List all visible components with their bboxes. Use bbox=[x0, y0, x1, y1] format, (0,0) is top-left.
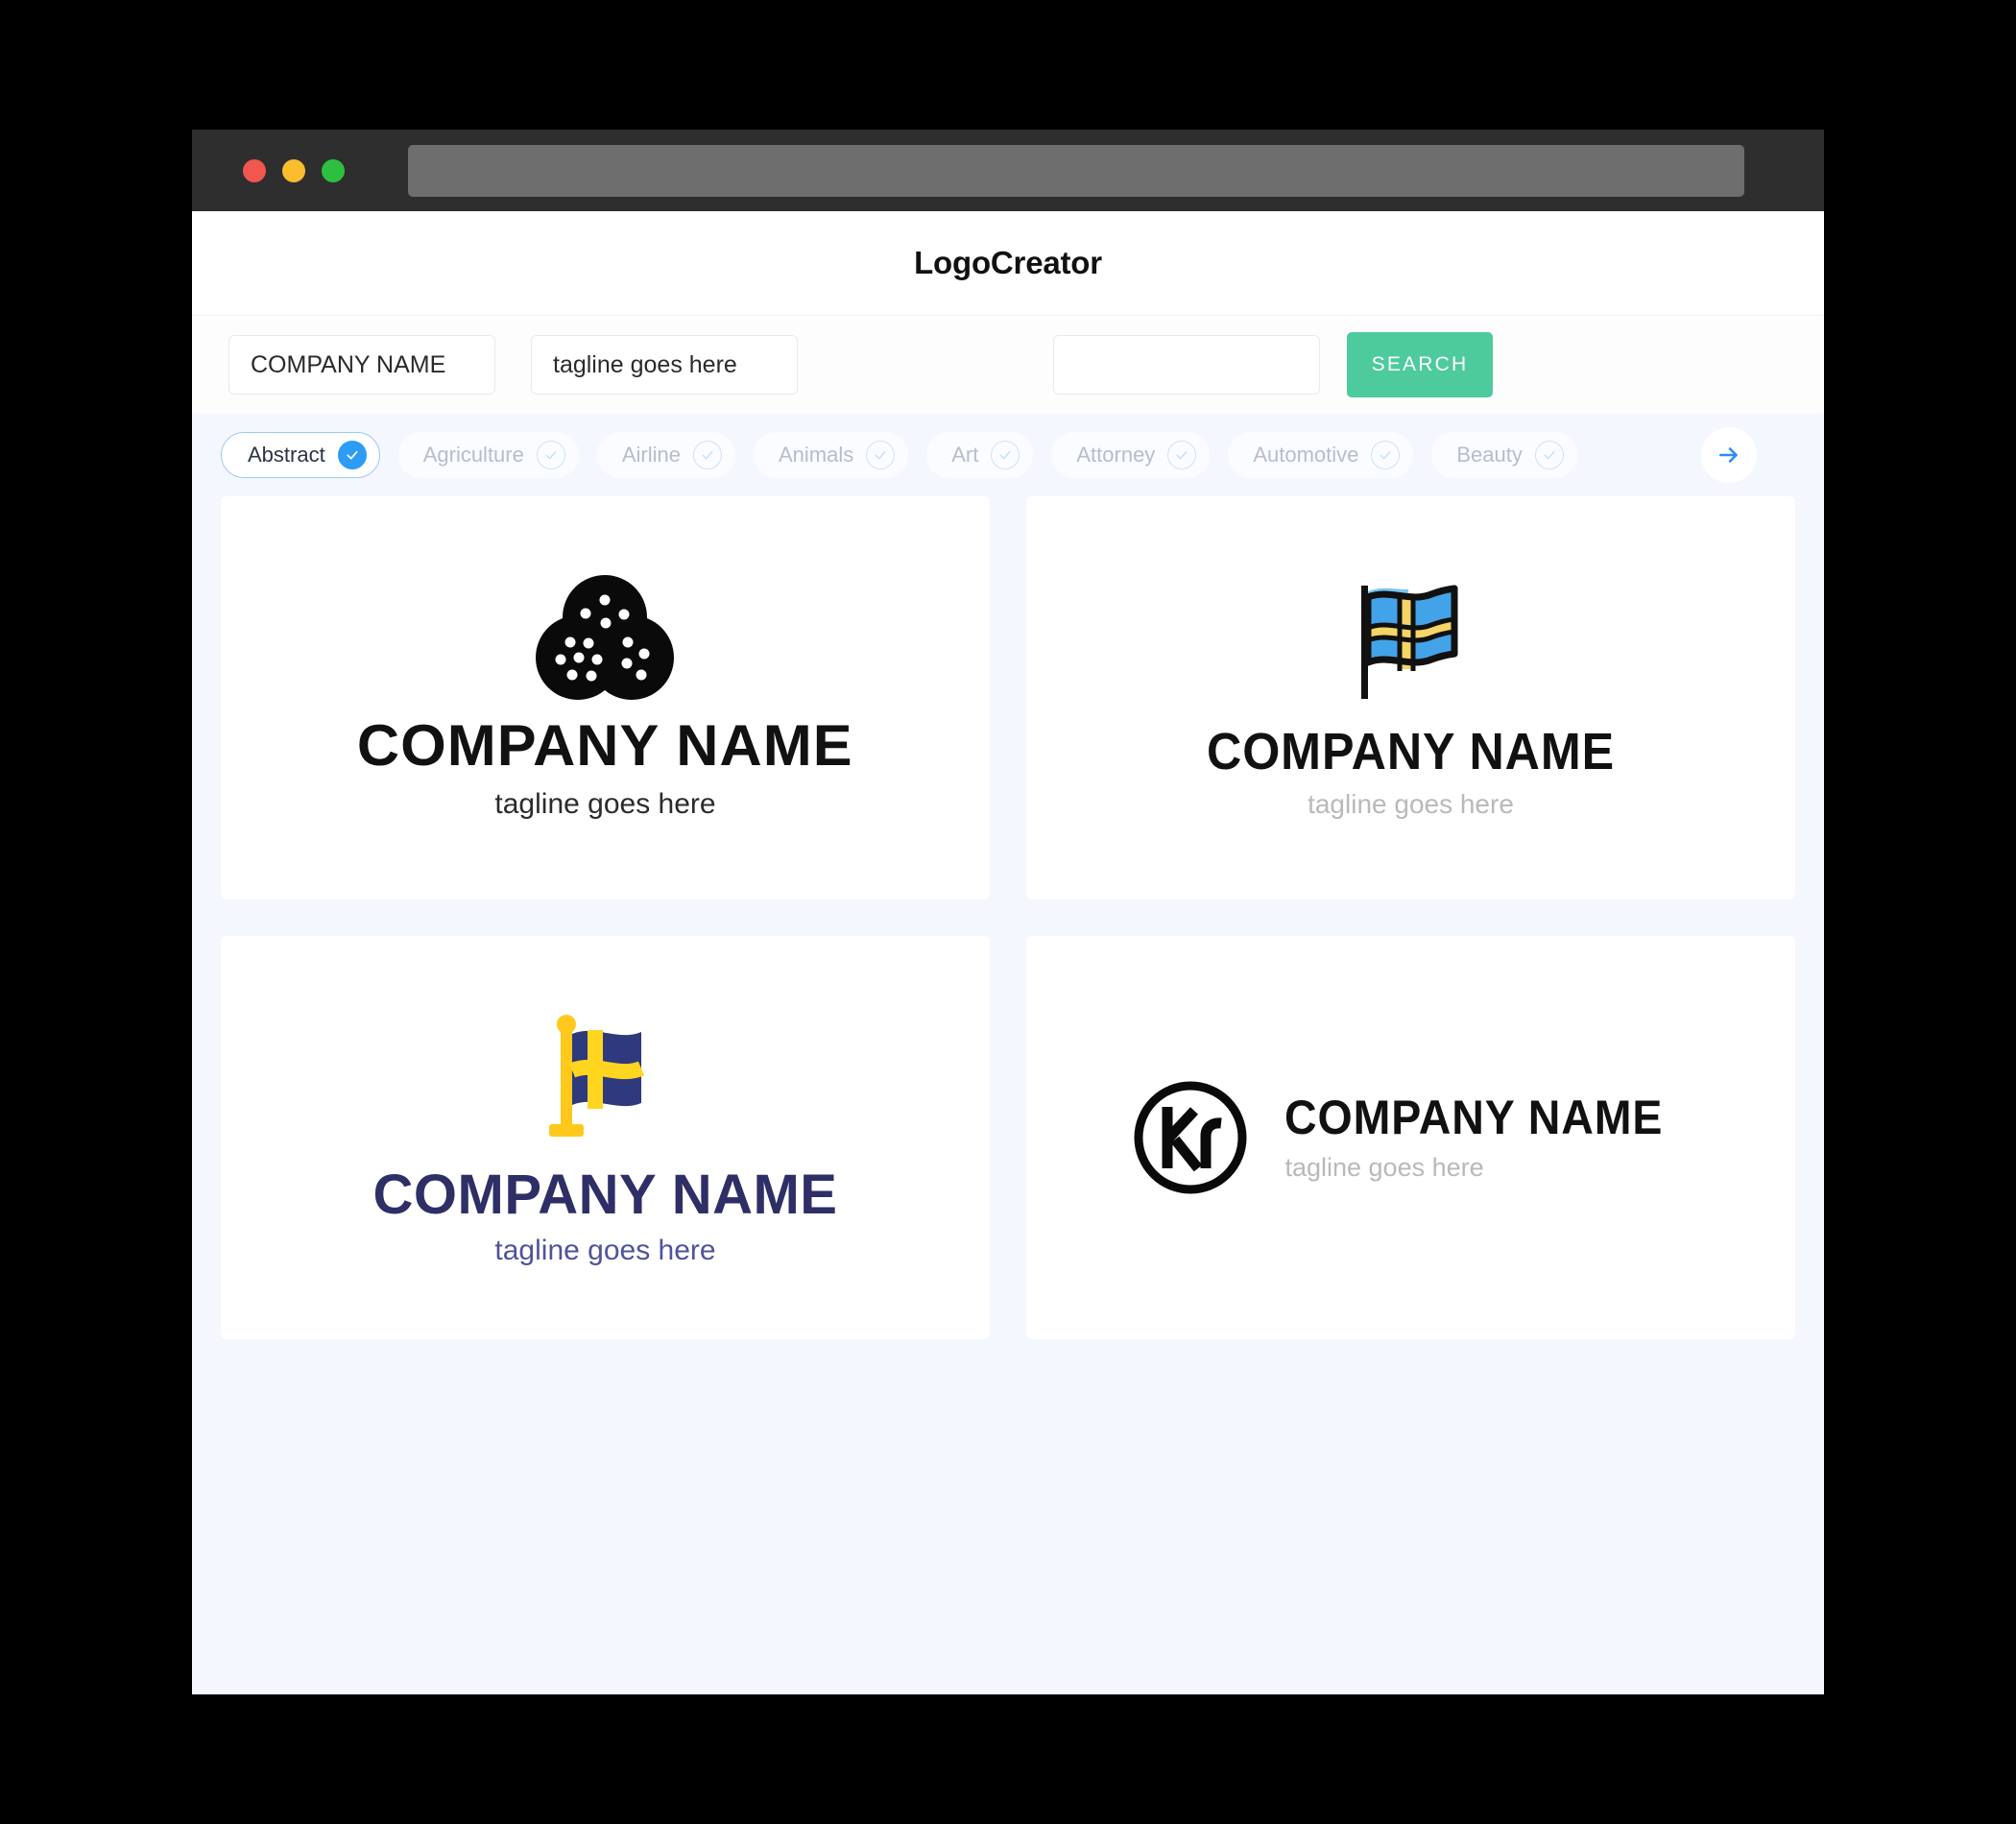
logo-tagline: tagline goes here bbox=[1284, 1152, 1484, 1182]
category-chip-airline[interactable]: Airline bbox=[596, 432, 735, 478]
logo-tagline: tagline goes here bbox=[494, 788, 716, 820]
logo-results-grid: COMPANY NAME tagline goes here COMPANY N… bbox=[192, 496, 1824, 1339]
logo-tagline: tagline goes here bbox=[1308, 789, 1514, 819]
check-icon bbox=[1167, 441, 1197, 469]
app-header: LogoCreator bbox=[192, 211, 1824, 315]
category-chip-agriculture[interactable]: Agriculture bbox=[397, 432, 579, 478]
url-bar[interactable] bbox=[408, 144, 1744, 197]
window-controls bbox=[243, 158, 345, 182]
outlined-swedish-flag-icon bbox=[1360, 585, 1457, 699]
check-icon bbox=[866, 441, 896, 469]
logo-company-name: COMPANY NAME bbox=[357, 713, 853, 778]
category-chip-label: Automotive bbox=[1253, 443, 1359, 467]
minimize-window-button[interactable] bbox=[282, 158, 305, 182]
logo-company-name: COMPANY NAME bbox=[372, 1163, 838, 1226]
page-title: LogoCreator bbox=[914, 245, 1102, 280]
logo-card[interactable]: COMPANY NAME tagline goes here bbox=[221, 496, 990, 900]
category-chip-label: Animals bbox=[779, 443, 854, 467]
category-chip-art[interactable]: Art bbox=[926, 432, 1034, 478]
category-chip-label: Agriculture bbox=[422, 443, 524, 467]
flat-swedish-flag-icon bbox=[549, 1014, 645, 1137]
kr-circle-monogram-icon bbox=[1134, 1081, 1247, 1194]
browser-window: LogoCreator SEARCH Abstract Agriculture … bbox=[192, 130, 1824, 1694]
logo-company-name: COMPANY NAME bbox=[1206, 723, 1616, 780]
tagline-input[interactable] bbox=[531, 335, 798, 395]
logo-card[interactable]: COMPANY NAME tagline goes here bbox=[221, 936, 990, 1339]
check-icon bbox=[991, 441, 1020, 469]
search-toolbar: SEARCH bbox=[192, 315, 1824, 414]
check-icon bbox=[1534, 441, 1564, 469]
maximize-window-button[interactable] bbox=[322, 158, 345, 182]
category-chip-label: Airline bbox=[621, 443, 681, 467]
three-dotted-circles-icon bbox=[536, 575, 675, 700]
arrow-right-icon bbox=[1719, 447, 1738, 463]
check-icon bbox=[1371, 441, 1401, 469]
next-categories-button[interactable] bbox=[1701, 427, 1757, 483]
category-chip-label: Art bbox=[951, 443, 979, 467]
logo-company-name: COMPANY NAME bbox=[1284, 1090, 1664, 1144]
category-chip-label: Abstract bbox=[248, 443, 325, 467]
search-button[interactable]: SEARCH bbox=[1347, 332, 1493, 397]
category-chip-label: Attorney bbox=[1076, 443, 1156, 467]
logo-card[interactable]: COMPANY NAME tagline goes here bbox=[1026, 496, 1795, 900]
check-icon bbox=[536, 441, 565, 469]
category-filter-bar: Abstract Agriculture Airline Animals Art bbox=[192, 414, 1824, 496]
category-chip-abstract[interactable]: Abstract bbox=[221, 432, 380, 478]
close-window-button[interactable] bbox=[243, 158, 266, 182]
keyword-input[interactable] bbox=[1053, 335, 1320, 395]
logo-tagline: tagline goes here bbox=[494, 1234, 716, 1266]
category-chip-animals[interactable]: Animals bbox=[754, 432, 909, 478]
category-chip-beauty[interactable]: Beauty bbox=[1431, 432, 1577, 478]
category-chip-attorney[interactable]: Attorney bbox=[1051, 432, 1211, 478]
check-icon bbox=[693, 441, 722, 469]
company-name-input[interactable] bbox=[228, 335, 495, 395]
category-chip-label: Beauty bbox=[1456, 443, 1523, 467]
logo-card[interactable]: COMPANY NAME tagline goes here bbox=[1026, 936, 1795, 1339]
category-chip-automotive[interactable]: Automotive bbox=[1228, 432, 1414, 478]
browser-title-bar bbox=[192, 130, 1824, 211]
check-icon bbox=[337, 441, 367, 469]
